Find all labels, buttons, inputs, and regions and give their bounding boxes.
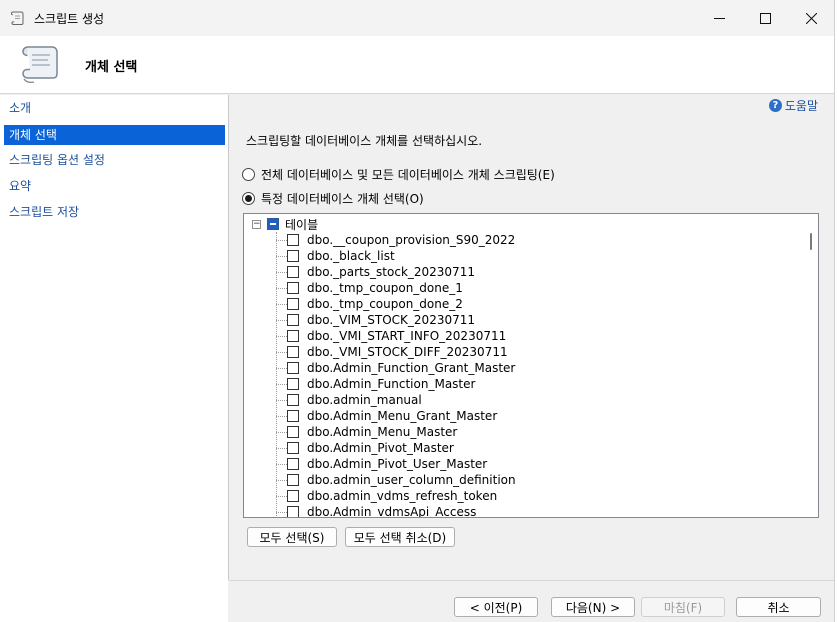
tree-item[interactable]: dbo._tmp_coupon_done_2 xyxy=(276,296,463,312)
item-checkbox[interactable] xyxy=(287,426,299,438)
tree-root-label: 테이블 xyxy=(285,217,319,232)
tree-item[interactable]: dbo.admin_user_column_definition xyxy=(276,472,516,488)
item-label: dbo._VMI_STOCK_DIFF_20230711 xyxy=(307,345,508,359)
radio-script-entire-database[interactable]: 전체 데이터베이스 및 모든 데이터베이스 개체 스크립팅(E) xyxy=(242,166,555,183)
wizard-sidebar: 소개 개체 선택 스크립팅 옵션 설정 요약 스크립트 저장 xyxy=(0,95,228,622)
tree-item[interactable]: dbo._VIM_STOCK_20230711 xyxy=(276,312,475,328)
radio-button-selected[interactable] xyxy=(242,192,255,205)
item-label: dbo._black_list xyxy=(307,249,395,263)
tree-item[interactable]: dbo._VMI_START_INFO_20230711 xyxy=(276,328,506,344)
tree-scrollbar[interactable] xyxy=(804,214,818,517)
tree-item[interactable]: dbo._parts_stock_20230711 xyxy=(276,264,475,280)
radio-specific-label: 특정 데이터베이스 개체 선택(O) xyxy=(261,192,424,206)
tree-item[interactable]: dbo.Admin_Menu_Master xyxy=(276,424,457,440)
tree-item[interactable]: dbo.Admin_Function_Grant_Master xyxy=(276,360,515,376)
item-label: dbo._parts_stock_20230711 xyxy=(307,265,475,279)
item-label: dbo._tmp_coupon_done_2 xyxy=(307,297,463,311)
item-checkbox[interactable] xyxy=(287,378,299,390)
item-label: dbo._VMI_START_INFO_20230711 xyxy=(307,329,507,343)
item-checkbox[interactable] xyxy=(287,234,299,246)
item-label: dbo.Admin_Pivot_User_Master xyxy=(307,457,488,471)
minimize-icon xyxy=(713,17,725,19)
item-checkbox[interactable] xyxy=(287,474,299,486)
close-icon xyxy=(805,12,817,24)
script-scroll-icon xyxy=(10,10,26,26)
script-wizard-window: 스크립트 생성 개체 선택 소개 개체 선택 스크립팅 옵션 설정 요약 스크립… xyxy=(0,0,838,622)
wizard-footer: < 이전(P) 다음(N) > 마침(F) 취소 xyxy=(229,580,834,622)
item-checkbox[interactable] xyxy=(287,362,299,374)
tree-item[interactable]: dbo.Admin_Menu_Grant_Master xyxy=(276,408,497,424)
item-label: dbo.Admin_Function_Master xyxy=(307,377,476,391)
item-checkbox[interactable] xyxy=(287,506,299,517)
item-checkbox[interactable] xyxy=(287,410,299,422)
tree-item[interactable]: dbo._black_list xyxy=(276,248,395,264)
item-checkbox[interactable] xyxy=(287,266,299,278)
page-title: 개체 선택 xyxy=(85,60,138,75)
scrollbar-thumb[interactable] xyxy=(810,233,812,250)
collapse-icon[interactable]: − xyxy=(252,219,261,229)
radio-all-label: 전체 데이터베이스 및 모든 데이터베이스 개체 스크립팅(E) xyxy=(261,168,555,182)
tree-item[interactable]: dbo.__coupon_provision_S90_2022 xyxy=(276,232,515,248)
tree-item[interactable]: dbo._tmp_coupon_done_1 xyxy=(276,280,463,296)
instruction-text: 스크립팅할 데이터베이스 개체를 선택하십시오. xyxy=(246,134,483,148)
item-label: dbo.Admin_Menu_Master xyxy=(307,425,458,439)
item-checkbox[interactable] xyxy=(287,394,299,406)
help-icon: ? xyxy=(768,99,782,112)
help-label: 도움말 xyxy=(784,99,818,113)
item-checkbox[interactable] xyxy=(287,298,299,310)
item-label: dbo.__coupon_provision_S90_2022 xyxy=(307,233,516,247)
item-label: dbo.Admin_vdmsApi_Access xyxy=(307,505,477,518)
wizard-content: ? 도움말 스크립팅할 데이터베이스 개체를 선택하십시오. 전체 데이터베이스… xyxy=(229,95,834,580)
tree-item[interactable]: dbo.admin_vdms_refresh_token xyxy=(276,488,497,504)
help-link[interactable]: ? 도움말 xyxy=(768,97,818,114)
item-label: dbo.Admin_Menu_Grant_Master xyxy=(307,409,498,423)
item-label: dbo.admin_manual xyxy=(307,393,422,407)
window-edge xyxy=(834,0,838,622)
sidebar-item-save-script[interactable]: 스크립트 저장 xyxy=(4,202,225,222)
item-label: dbo._VIM_STOCK_20230711 xyxy=(307,313,475,327)
minimize-button[interactable] xyxy=(696,0,742,36)
tree-root-tables[interactable]: − 테이블 xyxy=(252,216,318,232)
item-checkbox[interactable] xyxy=(287,442,299,454)
item-checkbox[interactable] xyxy=(287,458,299,470)
radio-button-unselected[interactable] xyxy=(242,168,255,181)
title-bar[interactable]: 스크립트 생성 xyxy=(0,0,834,36)
tree-item[interactable]: dbo.Admin_Pivot_User_Master xyxy=(276,456,487,472)
tree-item[interactable]: dbo.Admin_Function_Master xyxy=(276,376,475,392)
tree-item[interactable]: dbo.admin_manual xyxy=(276,392,422,408)
sidebar-item-intro[interactable]: 소개 xyxy=(4,98,225,118)
tree-item[interactable]: dbo.Admin_Pivot_Master xyxy=(276,440,454,456)
item-checkbox[interactable] xyxy=(287,490,299,502)
item-label: dbo.admin_user_column_definition xyxy=(307,473,516,487)
tree-item[interactable]: dbo.Admin_vdmsApi_Access xyxy=(276,504,477,518)
previous-button[interactable]: < 이전(P) xyxy=(454,597,538,617)
finish-button[interactable]: 마침(F) xyxy=(641,597,725,617)
radio-select-specific-objects[interactable]: 특정 데이터베이스 개체 선택(O) xyxy=(242,190,424,207)
close-button[interactable] xyxy=(788,0,834,36)
item-checkbox[interactable] xyxy=(287,250,299,262)
item-checkbox[interactable] xyxy=(287,330,299,342)
select-all-button[interactable]: 모두 선택(S) xyxy=(247,527,337,547)
window-title: 스크립트 생성 xyxy=(34,11,105,26)
item-checkbox[interactable] xyxy=(287,346,299,358)
script-scroll-large-icon xyxy=(16,43,64,87)
wizard-header: 개체 선택 xyxy=(0,36,834,94)
item-checkbox[interactable] xyxy=(287,314,299,326)
item-label: dbo._tmp_coupon_done_1 xyxy=(307,281,463,295)
cancel-button[interactable]: 취소 xyxy=(736,597,821,617)
item-label: dbo.Admin_Function_Grant_Master xyxy=(307,361,516,375)
maximize-icon xyxy=(759,12,771,24)
sidebar-item-scripting-options[interactable]: 스크립팅 옵션 설정 xyxy=(4,150,225,170)
sidebar-item-summary[interactable]: 요약 xyxy=(4,176,225,196)
sidebar-item-select-objects[interactable]: 개체 선택 xyxy=(4,125,225,145)
object-tree[interactable]: − 테이블 dbo.__coupon_provision_S90_2022 db… xyxy=(243,213,819,518)
tri-state-checkbox[interactable] xyxy=(267,218,279,230)
tree-item[interactable]: dbo._VMI_STOCK_DIFF_20230711 xyxy=(276,344,508,360)
item-label: dbo.admin_vdms_refresh_token xyxy=(307,489,498,503)
item-label: dbo.Admin_Pivot_Master xyxy=(307,441,454,455)
next-button[interactable]: 다음(N) > xyxy=(551,597,635,617)
item-checkbox[interactable] xyxy=(287,282,299,294)
maximize-button[interactable] xyxy=(742,0,788,36)
deselect-all-button[interactable]: 모두 선택 취소(D) xyxy=(345,527,455,547)
